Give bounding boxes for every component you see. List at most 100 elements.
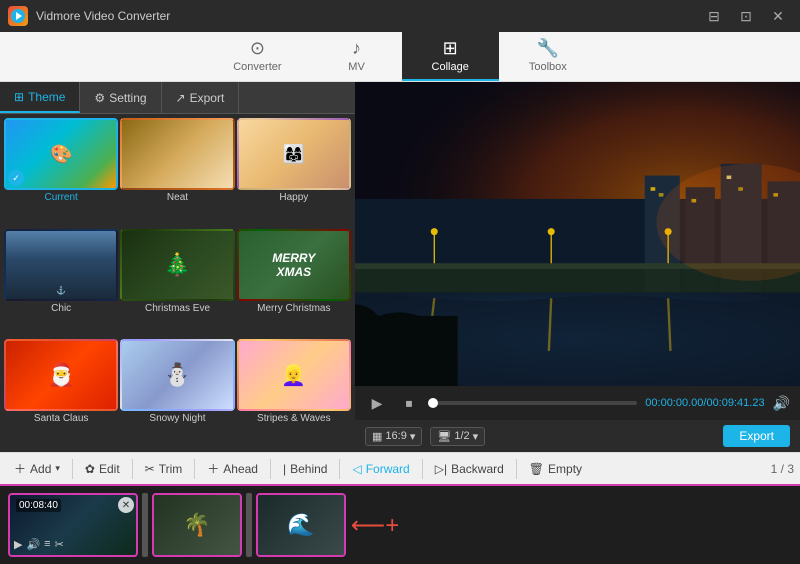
export-icon: ↗ bbox=[176, 91, 186, 105]
add-button[interactable]: ＋ Add ▾ bbox=[6, 456, 68, 481]
aspect-ratio-value: 16:9 bbox=[385, 430, 406, 442]
theme-thumb-santa-claus: 🎅 bbox=[4, 339, 118, 411]
timeline-clip-3[interactable]: 🌊 bbox=[256, 493, 346, 557]
aspect-ratio-select[interactable]: ▦ 16:9 ▾ bbox=[365, 427, 422, 446]
divider-7 bbox=[516, 459, 517, 479]
empty-button[interactable]: 🗑 Empty bbox=[521, 458, 590, 480]
subtab-theme[interactable]: ⊞ Theme bbox=[0, 82, 80, 113]
backward-icon: ▷| bbox=[435, 462, 447, 476]
theme-thumb-happy: 👩‍👩‍👧 bbox=[237, 118, 351, 190]
title-bar: Vidmore Video Converter ⊟ ⊡ ✕ bbox=[0, 0, 800, 32]
backward-button[interactable]: ▷| Backward bbox=[427, 458, 512, 480]
ahead-label: Ahead bbox=[223, 462, 258, 476]
theme-item-chic[interactable]: ⚓ Chic bbox=[4, 229, 118, 338]
divider-1 bbox=[72, 459, 73, 479]
tab-toolbox[interactable]: 🔧 Toolbox bbox=[499, 32, 597, 81]
app-title: Vidmore Video Converter bbox=[36, 9, 170, 23]
left-panel: ⊞ Theme ⚙ Setting ↗ Export 🎨 ✓ bbox=[0, 82, 355, 452]
theme-item-christmas-eve[interactable]: 🎄 Christmas Eve bbox=[120, 229, 234, 338]
theme-item-stripes-waves[interactable]: 👱‍♀️ Stripes & Waves bbox=[237, 339, 351, 448]
tab-converter-label: Converter bbox=[233, 61, 281, 73]
clip-audio-icon: 🔊 bbox=[26, 538, 40, 551]
theme-item-neat[interactable]: Neat bbox=[120, 118, 234, 227]
clip-1-close[interactable]: ✕ bbox=[118, 497, 134, 513]
theme-thumb-snowy-night: ⛄ bbox=[120, 339, 234, 411]
subtab-setting[interactable]: ⚙ Setting bbox=[80, 82, 161, 113]
behind-button[interactable]: | Behind bbox=[275, 458, 336, 480]
clip-filter-icon: ✂ bbox=[55, 538, 64, 551]
theme-thumb-christmas-eve: 🎄 bbox=[120, 229, 234, 301]
theme-item-santa-claus[interactable]: 🎅 Santa Claus bbox=[4, 339, 118, 448]
collage-icon: ⊞ bbox=[443, 38, 458, 59]
play-button[interactable]: ▶ bbox=[365, 391, 389, 415]
progress-bar[interactable] bbox=[429, 401, 637, 405]
stop-button[interactable]: ⏹ bbox=[397, 391, 421, 415]
sub-tabs: ⊞ Theme ⚙ Setting ↗ Export bbox=[0, 82, 355, 114]
divider-4 bbox=[270, 459, 271, 479]
trash-icon: 🗑 bbox=[529, 462, 544, 476]
setting-icon: ⚙ bbox=[94, 91, 105, 105]
title-bar-controls: ⊟ ⊡ ✕ bbox=[700, 6, 792, 26]
ahead-button[interactable]: ＋ Ahead bbox=[199, 456, 266, 481]
theme-thumb-stripes-waves: 👱‍♀️ bbox=[237, 339, 351, 411]
zoom-icon: 🖥 bbox=[437, 430, 451, 443]
content-area: ⊞ Theme ⚙ Setting ↗ Export 🎨 ✓ bbox=[0, 82, 800, 452]
backward-label: Backward bbox=[451, 462, 504, 476]
timeline-clip-2[interactable]: 🌴 bbox=[152, 493, 242, 557]
theme-item-merry-christmas[interactable]: MERRYXMAS Merry Christmas bbox=[237, 229, 351, 338]
edit-button[interactable]: ✿ Edit bbox=[77, 458, 128, 480]
aspect-chevron: ▾ bbox=[410, 430, 416, 443]
preview-controls: ▶ ⏹ 00:00:00.00/00:09:41.23 🔊 bbox=[355, 386, 800, 420]
theme-label-santa-claus: Santa Claus bbox=[34, 413, 88, 424]
tab-converter[interactable]: ⊙ Converter bbox=[203, 32, 311, 81]
export-button[interactable]: Export bbox=[723, 425, 790, 447]
edit-label: Edit bbox=[99, 462, 120, 476]
clip-separator-1 bbox=[142, 493, 148, 557]
minimize-button[interactable]: ⊟ bbox=[700, 6, 728, 26]
tab-mv-label: MV bbox=[348, 61, 365, 73]
theme-label-merry-christmas: Merry Christmas bbox=[257, 303, 330, 314]
theme-thumb-chic: ⚓ bbox=[4, 229, 118, 301]
right-panel: ▶ ⏹ 00:00:00.00/00:09:41.23 🔊 ▦ 16:9 ▾ 🖥… bbox=[355, 82, 800, 452]
volume-icon[interactable]: 🔊 bbox=[773, 395, 790, 412]
clip-play-icon: ▶ bbox=[14, 538, 22, 551]
theme-item-current[interactable]: 🎨 ✓ Current bbox=[4, 118, 118, 227]
subtab-theme-label: Theme bbox=[28, 90, 65, 104]
forward-button[interactable]: ◁ Forward bbox=[344, 458, 417, 480]
add-label: Add bbox=[30, 462, 51, 476]
divider-5 bbox=[339, 459, 340, 479]
subtab-export-label: Export bbox=[190, 91, 225, 105]
theme-item-snowy-night[interactable]: ⛄ Snowy Night bbox=[120, 339, 234, 448]
subtab-setting-label: Setting bbox=[109, 91, 146, 105]
add-clip-button[interactable]: ⟵+ bbox=[350, 493, 400, 557]
page-count: 1 / 3 bbox=[771, 462, 794, 476]
maximize-button[interactable]: ⊡ bbox=[732, 6, 760, 26]
zoom-chevron: ▾ bbox=[473, 430, 479, 443]
trim-button[interactable]: ✂ Trim bbox=[137, 458, 191, 480]
clip-1-duration: 00:08:40 bbox=[16, 499, 61, 512]
subtab-export[interactable]: ↗ Export bbox=[162, 82, 240, 113]
trim-label: Trim bbox=[159, 462, 183, 476]
preview-bottom: ▦ 16:9 ▾ 🖥 1/2 ▾ Export bbox=[355, 420, 800, 452]
theme-item-happy[interactable]: 👩‍👩‍👧 Happy bbox=[237, 118, 351, 227]
divider-2 bbox=[132, 459, 133, 479]
close-button[interactable]: ✕ bbox=[764, 6, 792, 26]
tab-collage-label: Collage bbox=[432, 61, 469, 73]
edit-icon: ✿ bbox=[85, 462, 95, 476]
tab-mv[interactable]: ♪ MV bbox=[312, 32, 402, 81]
theme-thumb-neat bbox=[120, 118, 234, 190]
video-preview bbox=[355, 82, 800, 386]
add-clip-icon: ⟵+ bbox=[351, 511, 399, 540]
tab-collage[interactable]: ⊞ Collage bbox=[402, 32, 499, 81]
zoom-select[interactable]: 🖥 1/2 ▾ bbox=[430, 427, 485, 446]
converter-icon: ⊙ bbox=[250, 38, 265, 59]
tab-toolbox-label: Toolbox bbox=[529, 61, 567, 73]
theme-grid-icon: ⊞ bbox=[14, 90, 24, 104]
timeline-clip-1[interactable]: 00:08:40 ✕ ▶ 🔊 ≡ ✂ bbox=[8, 493, 138, 557]
title-bar-left: Vidmore Video Converter bbox=[8, 6, 170, 26]
theme-label-neat: Neat bbox=[167, 192, 188, 203]
theme-label-stripes-waves: Stripes & Waves bbox=[257, 413, 331, 424]
theme-thumb-merry-christmas: MERRYXMAS bbox=[237, 229, 351, 301]
video-background bbox=[355, 82, 800, 386]
behind-icon: | bbox=[283, 462, 286, 476]
